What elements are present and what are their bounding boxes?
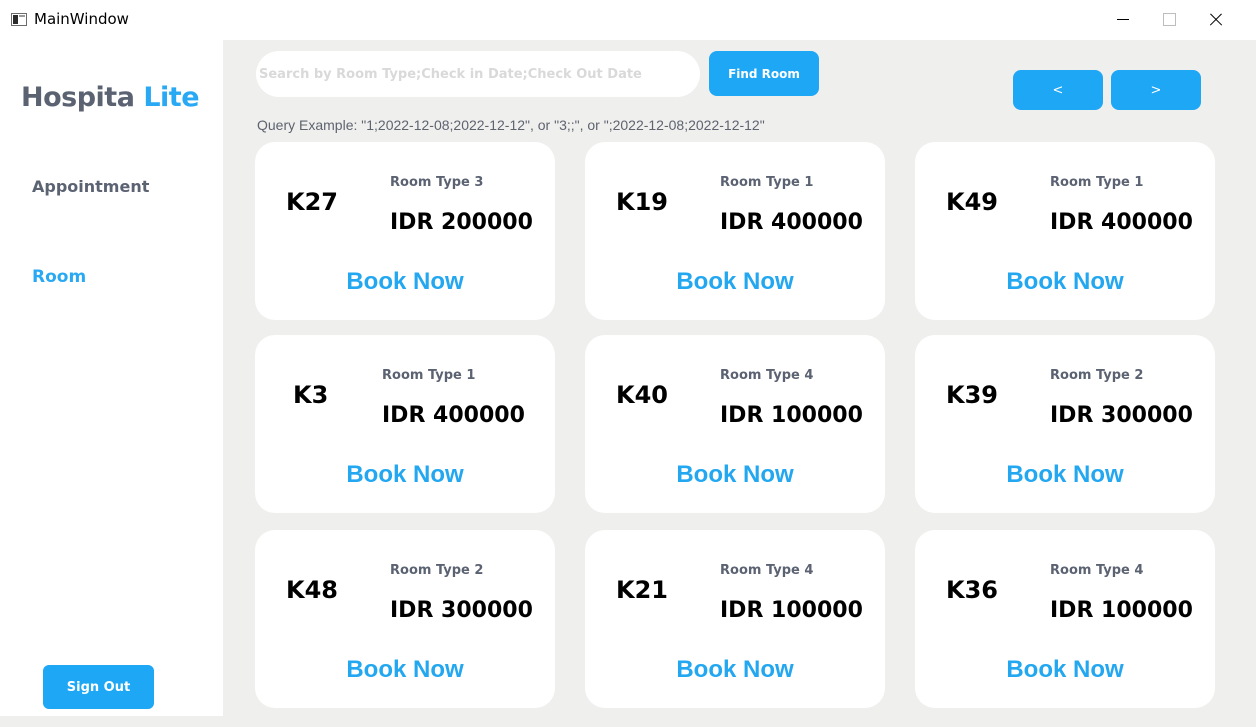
room-price: IDR 300000 [1050,403,1193,428]
room-type: Room Type 2 [390,563,484,578]
book-now-button[interactable]: Book Now [255,656,555,684]
sidebar: Hospita Lite Appointment Room Sign Out [0,40,223,716]
room-price: IDR 100000 [720,598,863,623]
room-code: K36 [946,576,998,604]
room-type: Room Type 1 [720,175,814,190]
room-card: K19 Room Type 1 IDR 400000 Book Now [585,142,885,320]
brand-main: Hospita [21,82,135,113]
book-now-button[interactable]: Book Now [255,268,555,296]
bottom-strip [0,716,1256,727]
room-code: K19 [616,188,668,216]
room-card: K3 Room Type 1 IDR 400000 Book Now [255,335,555,513]
book-now-button[interactable]: Book Now [915,656,1215,684]
room-card: K21 Room Type 4 IDR 100000 Book Now [585,530,885,708]
room-type: Room Type 1 [382,368,476,383]
room-code: K21 [616,576,668,604]
book-now-button[interactable]: Book Now [915,268,1215,296]
room-type: Room Type 3 [390,175,484,190]
prev-page-button[interactable]: < [1013,70,1103,110]
room-code: K48 [286,576,338,604]
close-icon[interactable] [1192,0,1238,40]
room-price: IDR 400000 [1050,210,1193,235]
room-type: Room Type 1 [1050,175,1144,190]
room-price: IDR 100000 [1050,598,1193,623]
query-example-hint: Query Example: "1;2022-12-08;2022-12-12"… [257,117,765,133]
sign-out-button[interactable]: Sign Out [43,665,154,709]
room-card: K39 Room Type 2 IDR 300000 Book Now [915,335,1215,513]
next-page-button[interactable]: > [1111,70,1201,110]
main-content: Find Room < > Query Example: "1;2022-12-… [223,40,1256,716]
book-now-button[interactable]: Book Now [585,268,885,296]
room-price: IDR 300000 [390,598,533,623]
room-card: K48 Room Type 2 IDR 300000 Book Now [255,530,555,708]
room-type: Room Type 4 [720,368,814,383]
window-title: MainWindow [34,10,129,28]
title-bar: MainWindow [0,0,1256,40]
book-now-button[interactable]: Book Now [915,461,1215,489]
app-window-icon [11,13,27,26]
room-code: K3 [293,381,329,409]
find-room-button[interactable]: Find Room [709,51,819,96]
room-type: Room Type 4 [720,563,814,578]
room-price: IDR 400000 [382,403,525,428]
search-input[interactable] [256,51,700,97]
room-type: Room Type 2 [1050,368,1144,383]
room-code: K40 [616,381,668,409]
room-type: Room Type 4 [1050,563,1144,578]
room-card: K40 Room Type 4 IDR 100000 Book Now [585,335,885,513]
room-card: K36 Room Type 4 IDR 100000 Book Now [915,530,1215,708]
brand-logo: Hospita Lite [21,82,200,113]
room-code: K27 [286,188,338,216]
room-price: IDR 200000 [390,210,533,235]
maximize-icon[interactable] [1146,0,1192,40]
minimize-icon[interactable] [1100,0,1146,40]
sidebar-item-room[interactable]: Room [32,267,86,287]
book-now-button[interactable]: Book Now [585,461,885,489]
room-code: K39 [946,381,998,409]
brand-accent: Lite [143,82,200,113]
sidebar-item-appointment[interactable]: Appointment [32,177,149,196]
room-card: K27 Room Type 3 IDR 200000 Book Now [255,142,555,320]
room-price: IDR 400000 [720,210,863,235]
room-card: K49 Room Type 1 IDR 400000 Book Now [915,142,1215,320]
room-price: IDR 100000 [720,403,863,428]
book-now-button[interactable]: Book Now [585,656,885,684]
room-code: K49 [946,188,998,216]
book-now-button[interactable]: Book Now [255,461,555,489]
